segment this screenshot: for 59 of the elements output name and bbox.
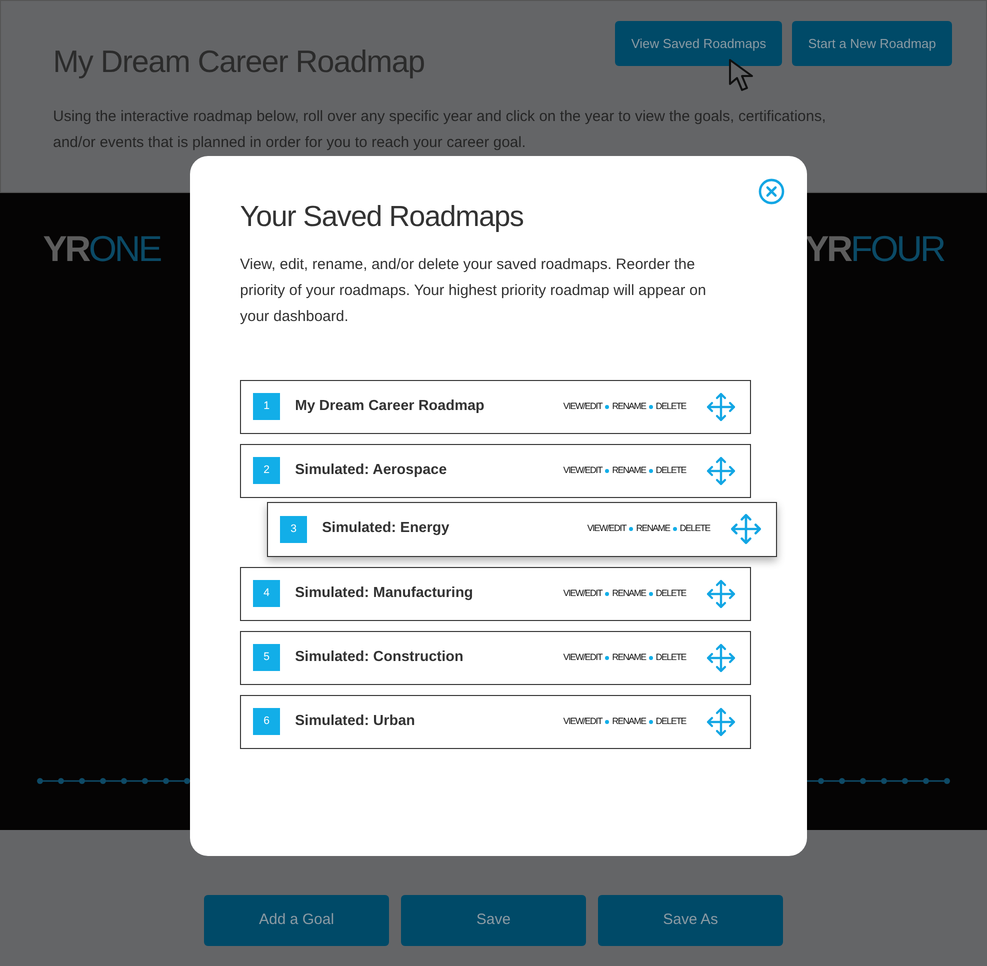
action-link[interactable]: RENAME — [612, 586, 646, 600]
bullet-icon — [605, 656, 610, 660]
action-link[interactable]: VIEW/EDIT — [563, 464, 602, 478]
modal-description: View, edit, rename, and/or delete your saved roadmaps. Reorder the priority of your roadmaps. Your highest priority roadmap will appear on your dashboard. — [240, 254, 708, 326]
action-link[interactable]: VIEW/EDIT — [563, 714, 602, 728]
bullet-icon — [648, 468, 653, 472]
roadmap-row[interactable]: 6 Simulated: Urban VIEW/EDIT RENAME DELETE — [240, 694, 751, 748]
bullet-icon — [605, 468, 610, 472]
close-button[interactable] — [758, 178, 785, 205]
bullet-icon — [648, 656, 653, 660]
action-link[interactable]: RENAME — [636, 522, 670, 536]
action-link[interactable]: RENAME — [612, 714, 646, 728]
action-link[interactable]: DELETE — [680, 522, 710, 536]
page-description: Using the interactive roadmap below, roll over any specific year and click on the year to view the goals, certifications, and/or events that is planned in order for you to reach your career goal. — [53, 106, 827, 152]
action-link[interactable]: VIEW/EDIT — [587, 522, 626, 536]
bullet-icon — [629, 527, 634, 531]
move-icon[interactable] — [706, 456, 736, 486]
roadmap-name: Simulated: Urban — [295, 712, 416, 731]
priority-number: 1 — [253, 393, 280, 420]
bullet-icon — [672, 527, 677, 531]
action-link[interactable]: VIEW/EDIT — [563, 586, 602, 600]
bullet-icon — [605, 592, 610, 596]
move-icon[interactable] — [706, 578, 736, 608]
roadmap-name: Simulated: Energy — [322, 519, 450, 538]
action-link[interactable]: DELETE — [656, 464, 686, 478]
bullet-icon — [648, 404, 653, 408]
roadmap-row[interactable]: 1 My Dream Career Roadmap VIEW/EDIT RENAME DELETE — [240, 380, 751, 434]
bullet-icon — [605, 404, 610, 408]
modal-title: Your Saved Roadmaps — [240, 200, 524, 235]
priority-number: 2 — [253, 457, 280, 484]
action-link[interactable]: DELETE — [656, 586, 686, 600]
page-title: My Dream Career Roadmap — [53, 43, 425, 81]
priority-number: 3 — [280, 516, 307, 542]
priority-number: 5 — [253, 644, 280, 671]
roadmap-name: Simulated: Construction — [295, 648, 464, 667]
bullet-icon — [605, 720, 610, 724]
priority-number: 4 — [253, 580, 280, 607]
action-link[interactable]: RENAME — [612, 650, 646, 664]
roadmap-row[interactable]: 3 Simulated: Energy VIEW/EDIT RENAME DELETE — [267, 502, 777, 556]
bullet-icon — [648, 720, 653, 724]
priority-number: 6 — [253, 708, 280, 735]
roadmap-name: Simulated: Aerospace — [295, 460, 448, 480]
roadmap-name: My Dream Career Roadmap — [295, 396, 486, 416]
action-link[interactable]: DELETE — [656, 714, 686, 728]
move-icon[interactable] — [706, 642, 736, 672]
action-link[interactable]: RENAME — [612, 400, 646, 414]
roadmap-row[interactable]: 4 Simulated: Manufacturing VIEW/EDIT RENAME DELETE — [240, 566, 751, 620]
action-link[interactable]: DELETE — [656, 400, 686, 414]
action-link[interactable]: RENAME — [612, 464, 646, 478]
move-icon[interactable] — [730, 513, 762, 545]
move-icon[interactable] — [706, 706, 736, 736]
bullet-icon — [648, 592, 653, 596]
move-icon[interactable] — [706, 392, 736, 422]
roadmap-name: Simulated: Manufacturing — [295, 584, 474, 603]
roadmap-row[interactable]: 5 Simulated: Construction VIEW/EDIT RENAME DELETE — [240, 630, 751, 684]
action-link[interactable]: VIEW/EDIT — [563, 400, 602, 414]
action-link[interactable]: DELETE — [656, 650, 686, 664]
roadmap-row[interactable]: 2 Simulated: Aerospace VIEW/EDIT RENAME DELETE — [240, 444, 751, 498]
action-link[interactable]: VIEW/EDIT — [563, 650, 602, 664]
